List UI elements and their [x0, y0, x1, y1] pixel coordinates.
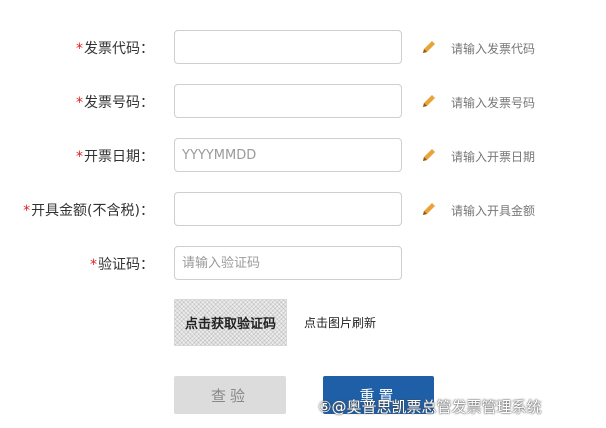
invoice-amount-row: *开具金额(不含税)： 请输入开具金额 [0, 192, 606, 228]
invoice-date-row: *开票日期： 请输入开票日期 [0, 138, 606, 174]
pencil-icon [423, 95, 435, 107]
pencil-icon [423, 41, 435, 53]
invoice-amount-hint: 请输入开具金额 [451, 204, 536, 218]
verification-code-label: *验证码： [90, 257, 154, 273]
invoice-code-input[interactable] [174, 30, 402, 64]
invoice-date-label: *开票日期： [76, 149, 154, 165]
captcha-image-text: 点击获取验证码 [184, 317, 276, 332]
pencil-icon [423, 203, 435, 215]
check-button[interactable]: 查验 [174, 376, 286, 414]
required-mark: * [90, 257, 97, 273]
invoice-code-label: *发票代码： [76, 41, 154, 57]
watermark: ⑤@奥普思凯票总管发票管理系统 [318, 398, 542, 416]
required-mark: * [76, 41, 83, 57]
invoice-code-hint: 请输入发票代码 [451, 42, 536, 56]
invoice-date-hint: 请输入开票日期 [451, 150, 536, 164]
invoice-code-row: *发票代码： 请输入发票代码 [0, 30, 606, 66]
verification-code-input[interactable] [174, 246, 402, 280]
captcha-refresh-link[interactable]: 点击图片刷新 [304, 314, 376, 331]
pencil-icon [423, 149, 435, 161]
invoice-number-label: *发票号码： [76, 95, 154, 111]
invoice-amount-label: *开具金额(不含税)： [23, 203, 154, 219]
required-mark: * [76, 149, 83, 165]
invoice-number-hint: 请输入发票号码 [451, 96, 536, 110]
invoice-number-row: *发票号码： 请输入发票号码 [0, 84, 606, 120]
invoice-amount-input[interactable] [174, 192, 402, 226]
required-mark: * [23, 203, 31, 219]
invoice-date-input[interactable] [174, 138, 402, 172]
required-mark: * [76, 95, 83, 111]
verification-code-row: *验证码： [0, 246, 606, 282]
captcha-image[interactable]: 点击获取验证码 [174, 299, 287, 346]
invoice-number-input[interactable] [174, 84, 402, 118]
